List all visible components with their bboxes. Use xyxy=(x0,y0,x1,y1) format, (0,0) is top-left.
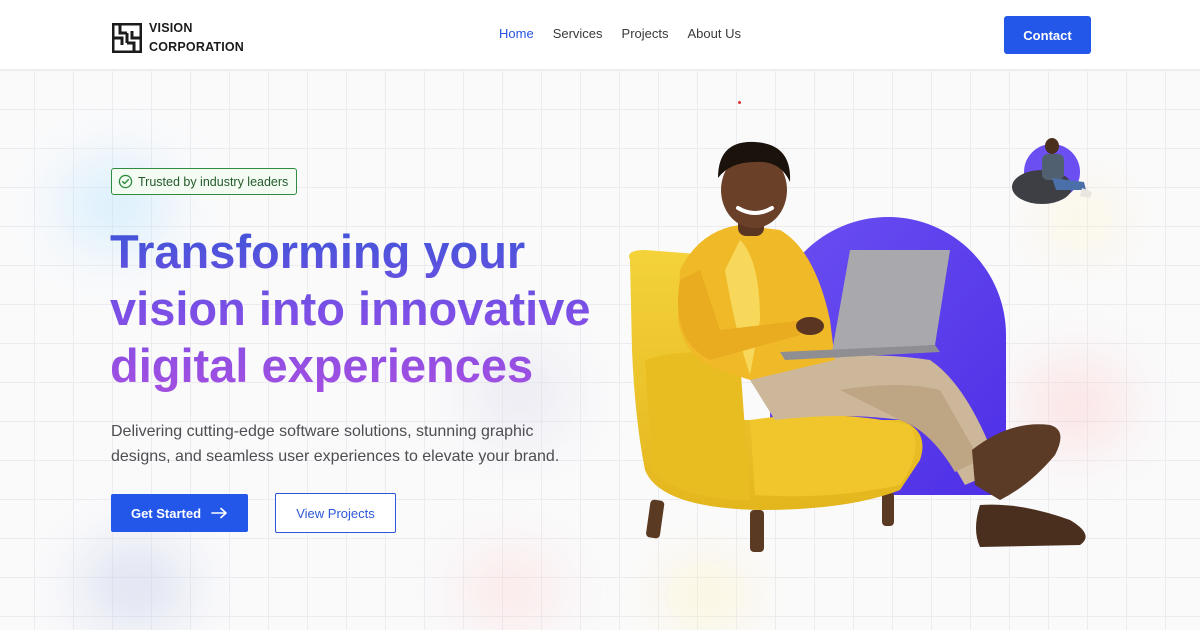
logo-text: VISION CORPORATION xyxy=(149,19,244,57)
nav-link-about-us[interactable]: About Us xyxy=(688,26,741,41)
logo-line-2: CORPORATION xyxy=(149,40,245,54)
hero-headline: Transforming your vision into innovative… xyxy=(110,223,630,394)
headline-line-2: vision into innovative xyxy=(110,282,591,335)
site-header: VISION CORPORATION Home Services Project… xyxy=(0,0,1200,70)
trust-badge: Trusted by industry leaders xyxy=(111,168,298,195)
check-circle-icon xyxy=(118,174,133,189)
laptop xyxy=(832,250,950,352)
nav-link-services[interactable]: Services xyxy=(553,26,603,41)
get-started-button[interactable]: Get Started xyxy=(111,494,248,532)
decor-blob xyxy=(660,560,750,630)
arrow-right-icon xyxy=(211,507,227,519)
hero-subtext: Delivering cutting-edge software solutio… xyxy=(111,423,560,465)
get-started-label: Get Started xyxy=(130,505,202,521)
nav-link-home[interactable]: Home xyxy=(499,26,534,41)
maze-logo-icon xyxy=(112,23,142,53)
decor-blob xyxy=(460,550,560,630)
beanbag-photo xyxy=(1012,138,1092,204)
view-projects-button[interactable]: View Projects xyxy=(275,493,396,533)
logo[interactable]: VISION CORPORATION xyxy=(112,19,244,57)
nav-link-projects[interactable]: Projects xyxy=(622,26,669,41)
headline-line-3: digital experiences xyxy=(110,339,534,392)
decor-blob xyxy=(80,540,190,630)
logo-line-1: VISION xyxy=(149,21,193,35)
contact-button[interactable]: Contact xyxy=(1004,16,1091,54)
trust-badge-label: Trusted by industry leaders xyxy=(138,174,289,189)
main-nav: Home Services Projects About Us xyxy=(499,26,741,41)
headline-line-1: Transforming your xyxy=(110,225,526,278)
